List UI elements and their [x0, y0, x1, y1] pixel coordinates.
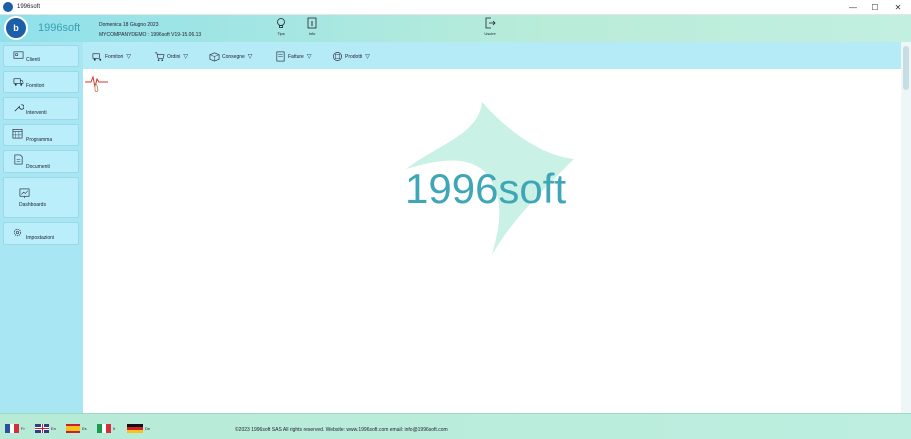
- menu-label: Consegne: [222, 53, 245, 60]
- header-info: Domenica 18 Giugno 2023 MYCOMPANYDEMO : …: [99, 20, 201, 40]
- germany-flag-icon: [127, 424, 143, 433]
- clients-icon: [13, 51, 24, 59]
- language-code: Fr: [21, 426, 25, 431]
- calendar-icon: [12, 129, 23, 139]
- close-button[interactable]: ✕: [885, 0, 911, 15]
- menu-prodotti[interactable]: Prodotti ▽: [332, 51, 370, 62]
- menu-ordini[interactable]: Ordini ▽: [154, 51, 188, 62]
- scrollbar-thumb[interactable]: [903, 46, 909, 90]
- sidebar-item-dashboards[interactable]: Dashboards: [3, 177, 79, 218]
- exit-label: Uscire: [484, 31, 496, 36]
- sidebar-item-label: Programma: [26, 137, 53, 143]
- language-code: En: [51, 426, 56, 431]
- truck-icon: [92, 53, 102, 61]
- app-header: b 1996soft Domenica 18 Giugno 2023 MYCOM…: [0, 15, 911, 42]
- main-content: 1996soft: [84, 69, 901, 413]
- sidebar-item-label: Dashboards: [19, 202, 46, 208]
- info-button[interactable]: Info: [299, 17, 325, 36]
- language-es[interactable]: Es: [66, 424, 87, 433]
- chevron-down-icon: ▽: [183, 54, 188, 60]
- chevron-down-icon: ▽: [247, 54, 253, 60]
- language-fr[interactable]: Fr: [5, 424, 25, 433]
- tips-label: Tips: [277, 31, 285, 36]
- gear-icon: [13, 228, 22, 237]
- sidebar: Clienti Fornitori Interventi Programma D…: [0, 42, 83, 413]
- product-icon: [333, 52, 342, 61]
- uk-flag-icon: [35, 424, 49, 433]
- sidebar-item-documenti[interactable]: Documenti: [3, 150, 79, 173]
- window-title: 1996soft: [17, 4, 41, 10]
- menu-label: Fornitori: [105, 53, 124, 60]
- app-icon: [3, 2, 13, 12]
- menu-fornitori[interactable]: Fornitori ▽: [92, 51, 131, 62]
- title-bar: 1996soft — ☐ ✕: [0, 0, 911, 15]
- footer: Fr En Es It De ©2023 1996soft SAS All ri…: [0, 413, 911, 439]
- sidebar-item-label: Fornitori: [26, 83, 45, 89]
- sidebar-item-label: Documenti: [26, 164, 50, 170]
- chevron-down-icon: ▽: [365, 54, 370, 60]
- menu-label: Fatture: [288, 53, 304, 60]
- logo-icon: b: [4, 16, 28, 40]
- sidebar-item-interventi[interactable]: Interventi: [3, 97, 79, 120]
- exit-icon: [485, 17, 496, 29]
- italy-flag-icon: [97, 424, 112, 433]
- sidebar-item-label: Clienti: [26, 57, 40, 63]
- info-icon: [307, 17, 317, 29]
- current-date: Domenica 18 Giugno 2023: [99, 22, 159, 28]
- logo-letter: b: [13, 23, 19, 33]
- sidebar-item-impostazioni[interactable]: Impostazioni: [3, 222, 79, 245]
- sidebar-item-label: Interventi: [26, 110, 47, 116]
- vertical-scrollbar[interactable]: [901, 42, 911, 413]
- cart-icon: [154, 52, 165, 61]
- language-code: De: [145, 426, 151, 431]
- company-version: MYCOMPANYDEMO : 1996soft V19-15.06.13: [99, 32, 202, 38]
- language-en[interactable]: En: [35, 424, 56, 433]
- language-it[interactable]: It: [97, 424, 115, 433]
- language-code: Es: [82, 426, 87, 431]
- heartbeat-icon[interactable]: [84, 75, 110, 95]
- chevron-down-icon: ▽: [126, 54, 131, 60]
- sidebar-item-programma[interactable]: Programma: [3, 124, 79, 146]
- chart-icon: [19, 188, 30, 199]
- language-code: It: [113, 426, 116, 431]
- sidebar-item-fornitori[interactable]: Fornitori: [3, 71, 79, 93]
- lightbulb-icon: [277, 18, 285, 28]
- menu-fatture[interactable]: Fatture ▽: [275, 51, 311, 62]
- spain-flag-icon: [66, 424, 80, 433]
- tips-button[interactable]: Tips: [268, 17, 294, 36]
- menu-label: Ordini: [167, 53, 181, 60]
- menu-consegne[interactable]: Consegne ▽: [209, 51, 252, 62]
- copyright-text: ©2023 1996soft SAS All rights reserved. …: [235, 427, 448, 433]
- exit-button[interactable]: Uscire: [477, 17, 503, 36]
- sidebar-item-clienti[interactable]: Clienti: [3, 45, 79, 67]
- invoice-icon: [276, 51, 285, 62]
- top-toolbar: Fornitori ▽ Ordini ▽ Consegne ▽ Fatture …: [83, 42, 901, 69]
- language-de[interactable]: De: [127, 424, 150, 433]
- menu-label: Prodotti: [345, 53, 363, 60]
- box-icon: [209, 52, 220, 62]
- info-label: Info: [308, 31, 316, 36]
- watermark-text: 1996soft: [405, 165, 567, 212]
- sidebar-item-label: Impostazioni: [26, 235, 55, 241]
- wrench-icon: [14, 104, 24, 112]
- chevron-down-icon: ▽: [306, 54, 312, 60]
- document-icon: [14, 154, 23, 165]
- france-flag-icon: [5, 424, 20, 433]
- brand-name: 1996soft: [38, 22, 81, 34]
- suppliers-icon: [13, 78, 24, 86]
